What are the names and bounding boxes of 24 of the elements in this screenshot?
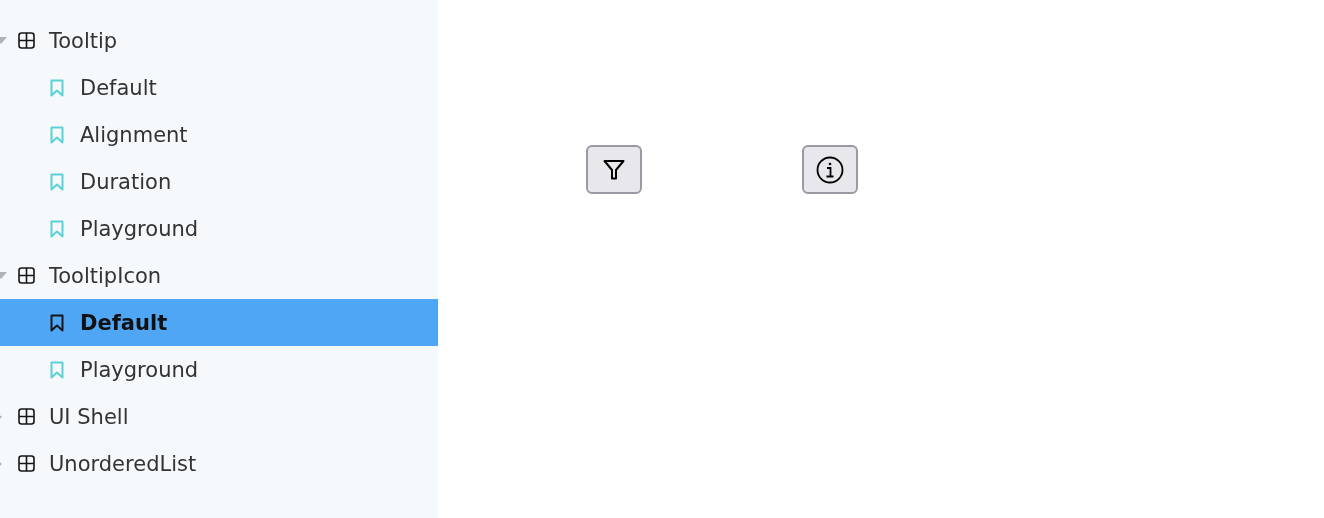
story-item[interactable]: Playground	[0, 346, 438, 393]
story-item[interactable]: Alignment	[0, 111, 438, 158]
tree-group[interactable]: Tooltip	[0, 17, 438, 64]
story-item[interactable]: Default	[0, 64, 438, 111]
grid-icon	[18, 455, 35, 472]
story-item[interactable]: Default	[0, 299, 438, 346]
bookmark-icon	[50, 78, 64, 97]
bookmark-icon	[50, 360, 64, 379]
tree-group[interactable]: UnorderedList	[0, 440, 438, 487]
story-item[interactable]: Playground	[0, 205, 438, 252]
info-button[interactable]	[802, 145, 858, 194]
bookmark-icon	[50, 172, 64, 191]
grid-icon	[18, 267, 35, 284]
bookmark-icon	[50, 313, 64, 332]
filter-button[interactable]	[586, 145, 642, 194]
bookmark-icon	[50, 125, 64, 144]
tree-group[interactable]: TooltipIcon	[0, 252, 438, 299]
bookmark-icon	[50, 219, 64, 238]
info-icon	[816, 155, 844, 184]
story-item[interactable]: Duration	[0, 158, 438, 205]
grid-icon	[18, 408, 35, 425]
tree-group[interactable]: UI Shell	[0, 393, 438, 440]
filter-icon	[602, 157, 626, 182]
grid-icon	[18, 32, 35, 49]
